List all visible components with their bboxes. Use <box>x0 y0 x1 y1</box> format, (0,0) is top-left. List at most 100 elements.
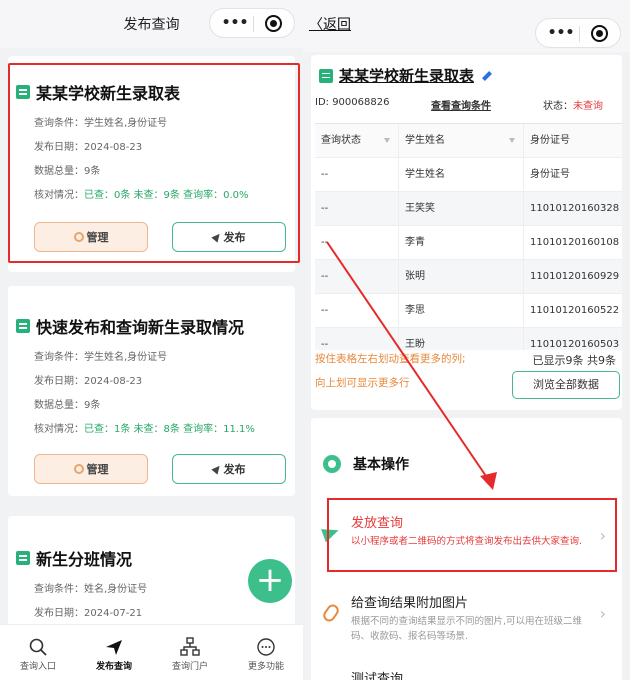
column-header[interactable]: 查询状态 <box>315 124 399 158</box>
highlight-box <box>8 63 300 263</box>
table-cell: 李思 <box>399 294 524 328</box>
column-header[interactable]: 身份证号 <box>524 124 622 158</box>
left-screen: 发布查询 ••• 某某学校新生录取表 查询条件：学生姓名,身份证号 发布日期：2… <box>0 0 303 680</box>
table-header-row: 查询状态 学生姓名 身份证号 <box>315 124 622 158</box>
table-cell: -- <box>315 294 399 328</box>
header-label: 学生姓名 <box>405 135 445 146</box>
tab-label: 查询门户 <box>171 662 208 672</box>
query-id: ID: 900068826 <box>315 97 390 108</box>
detail-title: 某某学校新生录取表 <box>319 65 492 86</box>
table-row[interactable]: -- 张明 11010120160929 <box>315 260 622 294</box>
publish-date: 发布日期：2024-08-23 <box>34 376 143 387</box>
card-title-text: 快速发布和查询新生录取情况 <box>36 318 245 337</box>
scroll-hint: 按住表格左右划动查看更多的列; <box>315 353 466 365</box>
op-test-query[interactable]: 测试查询 <box>311 664 622 680</box>
tab-label: 查询入口 <box>19 662 56 672</box>
share-icon <box>210 463 223 475</box>
tab-label: 发布查询 <box>95 662 132 672</box>
scroll-hint: 向上划可显示更多行 <box>315 377 410 389</box>
section-title: 基本操作 <box>323 454 409 474</box>
query-condition: 查询条件：学生姓名,身份证号 <box>34 352 168 363</box>
table-cell: 11010120160328 <box>524 192 622 226</box>
close-miniprogram-button[interactable] <box>591 25 608 42</box>
browse-all-button[interactable]: 浏览全部数据 <box>512 371 620 399</box>
table-row[interactable]: -- 李青 11010120160108 <box>315 226 622 260</box>
more-menu-button[interactable]: ••• <box>220 14 250 32</box>
row-count: 已显示9条 共9条 <box>532 354 617 367</box>
query-card[interactable]: 快速发布和查询新生录取情况 查询条件：学生姓名,身份证号 发布日期：2024-0… <box>8 286 295 496</box>
table-cell: -- <box>315 328 399 350</box>
document-icon <box>16 551 30 565</box>
settings-icon <box>323 455 341 473</box>
detail-title-text: 某某学校新生录取表 <box>339 67 475 85</box>
table-row[interactable]: -- 王笑笑 11010120160328 <box>315 192 622 226</box>
op-desc: 根据不同的查询结果显示不同的图片,可以用在班级二维码、收款码、报名码等场景. <box>351 616 583 642</box>
tab-query-portal[interactable]: 查询门户 <box>152 625 228 680</box>
gear-icon <box>73 464 84 474</box>
manage-button[interactable]: 管理 <box>34 454 148 484</box>
table-row[interactable]: -- 学生姓名 身份证号 <box>315 158 622 192</box>
capsule-divider <box>579 26 580 42</box>
table-row[interactable]: -- 李思 11010120160522 <box>315 294 622 328</box>
more-menu-button[interactable]: ••• <box>546 24 576 42</box>
publish-button[interactable]: 发布 <box>172 454 286 484</box>
document-icon <box>16 319 30 333</box>
back-button[interactable]: 〈返回 <box>309 14 351 34</box>
table-cell: 11010120160503 <box>524 328 622 350</box>
table-cell: 11010120160929 <box>524 260 622 294</box>
add-query-button[interactable]: + <box>248 559 292 603</box>
search-icon <box>29 638 47 656</box>
data-total: 数据总量：9条 <box>34 400 101 411</box>
card-title: 快速发布和查询新生录取情况 <box>16 314 244 338</box>
op-name: 测试查询 <box>351 672 404 680</box>
card-title: 新生分班情况 <box>16 546 132 570</box>
right-screen: 〈返回 ••• 某某学校新生录取表 ID: 900068826 查看查询条件 状… <box>303 0 630 680</box>
check-status-label: 核对情况： <box>34 424 84 435</box>
paperclip-icon <box>320 602 342 624</box>
op-attach-image[interactable]: 给查询结果附加图片 根据不同的查询结果显示不同的图片,可以用在班级二维码、收款码… <box>311 582 622 652</box>
publish-label: 发布 <box>223 463 246 476</box>
send-icon <box>106 640 122 655</box>
sitemap-icon <box>180 637 200 656</box>
table-cell: 身份证号 <box>524 158 622 192</box>
header-label: 查询状态 <box>321 135 361 146</box>
table-cell: -- <box>315 226 399 260</box>
table-cell: -- <box>315 158 399 192</box>
capsule-divider <box>253 16 254 32</box>
miniprogram-capsule: ••• <box>209 8 295 38</box>
table-cell: 王盼 <box>399 328 524 350</box>
document-icon <box>319 68 333 83</box>
nav-bar: 〈返回 ••• <box>303 0 630 52</box>
data-table[interactable]: 查询状态 学生姓名 身份证号 -- 学生姓名 身份证号 -- 王笑笑 11010… <box>315 123 622 350</box>
check-status-stats: 已查：1条 未查：8条 查询率：11.1% <box>84 424 255 435</box>
publish-date: 发布日期：2024-07-21 <box>34 608 143 619</box>
table-cell: 学生姓名 <box>399 158 524 192</box>
check-status: 核对情况：已查：1条 未查：8条 查询率：11.1% <box>34 420 255 435</box>
chevron-left-icon: 〈 <box>309 17 323 33</box>
table-cell: -- <box>315 192 399 226</box>
op-name: 给查询结果附加图片 <box>351 596 469 611</box>
chevron-right-icon: › <box>599 604 606 623</box>
table-cell: 王笑笑 <box>399 192 524 226</box>
close-miniprogram-button[interactable] <box>265 15 282 32</box>
view-condition-link[interactable]: 查看查询条件 <box>431 97 491 112</box>
more-icon <box>257 638 275 656</box>
column-header[interactable]: 学生姓名 <box>399 124 524 158</box>
status-label: 状态： <box>543 101 573 112</box>
manage-label: 管理 <box>86 463 109 476</box>
table-cell: 张明 <box>399 260 524 294</box>
table-cell: 11010120160108 <box>524 226 622 260</box>
card-title-text: 新生分班情况 <box>36 550 133 569</box>
query-condition: 查询条件：姓名,身份证号 <box>34 584 148 595</box>
edit-icon[interactable] <box>482 70 492 81</box>
tab-query-entry[interactable]: 查询入口 <box>0 625 76 680</box>
tab-publish-query[interactable]: 发布查询 <box>76 625 152 680</box>
tab-more-features[interactable]: 更多功能 <box>228 625 303 680</box>
highlight-box <box>327 498 617 572</box>
sort-icon <box>384 138 390 143</box>
table-row[interactable]: -- 王盼 11010120160503 <box>315 328 622 350</box>
status-badge: 未查询 <box>573 101 603 112</box>
table-cell: 李青 <box>399 226 524 260</box>
table-cell: -- <box>315 260 399 294</box>
miniprogram-capsule: ••• <box>535 18 621 48</box>
